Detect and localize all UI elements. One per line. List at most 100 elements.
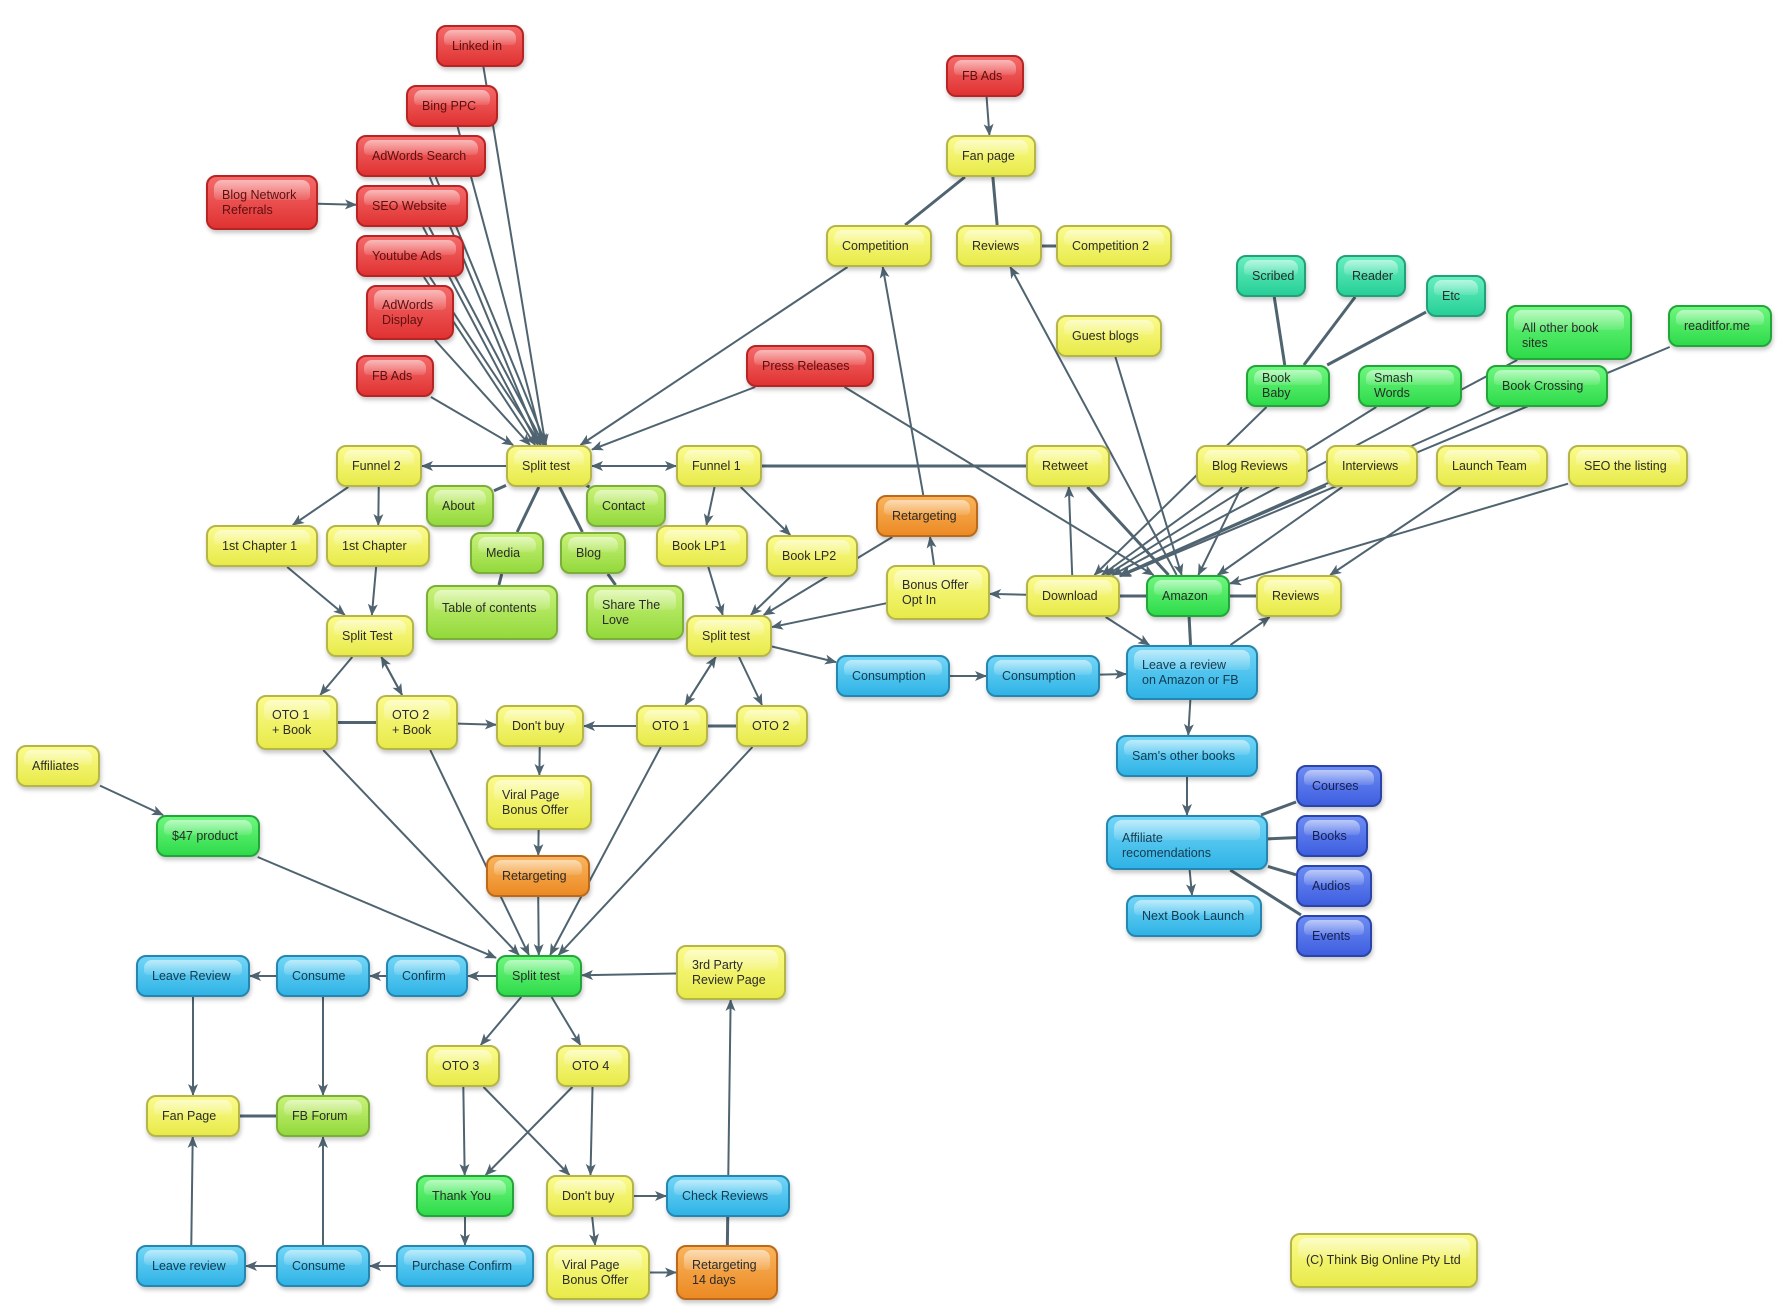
node-download[interactable]: Download (1026, 575, 1120, 617)
node-reader[interactable]: Reader (1336, 255, 1406, 297)
node-blog-reviews[interactable]: Blog Reviews (1196, 445, 1308, 487)
node-adwords-search[interactable]: AdWords Search (356, 135, 486, 177)
node-youtube[interactable]: Youtube Ads (356, 235, 464, 277)
node-copyright[interactable]: (C) Think Big Online Pty Ltd (1290, 1233, 1478, 1288)
node-dont-buy-low[interactable]: Don't buy (546, 1175, 634, 1217)
node-guest-blogs[interactable]: Guest blogs (1056, 315, 1162, 357)
node-fan-page-bottom[interactable]: Fan Page (146, 1095, 240, 1137)
node-oto4[interactable]: OTO 4 (556, 1045, 630, 1087)
node-chapter1-1[interactable]: 1st Chapter 1 (206, 525, 318, 567)
node-consumption1[interactable]: Consumption (836, 655, 950, 697)
node-confirm[interactable]: Confirm (386, 955, 468, 997)
node-retargeting-14[interactable]: Retargeting 14 days (676, 1245, 778, 1300)
node-leave-review-amazon[interactable]: Leave a review on Amazon or FB (1126, 645, 1258, 700)
node-amazon[interactable]: Amazon (1146, 575, 1230, 617)
node-split-bottom[interactable]: Split test (496, 955, 582, 997)
node-split-left[interactable]: Split Test (326, 615, 414, 657)
node-third-party[interactable]: 3rd Party Review Page (676, 945, 786, 1000)
node-reviews-right[interactable]: Reviews (1256, 575, 1342, 617)
node-label: Blog Network Referrals (222, 187, 297, 217)
node-label: Don't buy (562, 1188, 615, 1203)
node-leave-review-top[interactable]: Leave Review (136, 955, 250, 997)
node-adwords-display[interactable]: AdWords Display (366, 285, 454, 340)
edge-amazon-to-reviews-top (1009, 266, 1178, 576)
node-oto3[interactable]: OTO 3 (426, 1045, 500, 1087)
edge-split-main-to-media (515, 486, 541, 533)
node-media[interactable]: Media (470, 532, 544, 574)
node-oto1[interactable]: OTO 1 (636, 705, 708, 747)
node-book-baby[interactable]: Book Baby (1246, 365, 1330, 407)
edge-split-bottom-to-oto3 (479, 996, 523, 1046)
node-thank-you[interactable]: Thank You (416, 1175, 514, 1217)
node-press[interactable]: Press Releases (746, 345, 874, 387)
node-consume-top[interactable]: Consume (276, 955, 370, 997)
node-label: Bonus Offer Opt In (902, 577, 969, 607)
node-audios[interactable]: Audios (1296, 865, 1372, 907)
node-seo-website[interactable]: SEO Website (356, 185, 468, 227)
node-label: Viral Page Bonus Offer (502, 787, 569, 817)
node-competition2[interactable]: Competition 2 (1056, 225, 1172, 267)
node-label: readitfor.me (1684, 318, 1751, 333)
node-courses[interactable]: Courses (1296, 765, 1382, 807)
node-check-reviews[interactable]: Check Reviews (666, 1175, 790, 1217)
node-fb-forum[interactable]: FB Forum (276, 1095, 370, 1137)
node-oto2-book[interactable]: OTO 2 + Book (376, 695, 458, 750)
node-split-right[interactable]: Split test (686, 615, 772, 657)
node-product47[interactable]: $47 product (156, 815, 260, 857)
node-purchase-confirm[interactable]: Purchase Confirm (396, 1245, 534, 1287)
node-readitfor[interactable]: readitfor.me (1668, 305, 1772, 347)
node-retargeting-mid[interactable]: Retargeting (876, 495, 978, 537)
node-viral-low[interactable]: Viral Page Bonus Offer (546, 1245, 650, 1300)
node-book-lp1[interactable]: Book LP1 (656, 525, 748, 567)
node-funnel1[interactable]: Funnel 1 (676, 445, 762, 487)
node-blog-network[interactable]: Blog Network Referrals (206, 175, 318, 230)
node-contact[interactable]: Contact (586, 485, 666, 527)
node-books[interactable]: Books (1296, 815, 1368, 857)
node-label: 1st Chapter (342, 538, 407, 553)
node-scribed[interactable]: Scribed (1236, 255, 1306, 297)
node-fb-ads-left[interactable]: FB Ads (356, 355, 434, 397)
node-affiliates[interactable]: Affiliates (16, 745, 100, 787)
edge-fb-ads-top-to-fan-page-top (983, 96, 994, 136)
node-etc[interactable]: Etc (1426, 275, 1486, 317)
node-affiliate-recs[interactable]: Affiliate recomendations (1106, 815, 1268, 870)
node-label: AdWords Search (372, 148, 467, 163)
node-oto1-book[interactable]: OTO 1 + Book (256, 695, 338, 750)
node-events[interactable]: Events (1296, 915, 1372, 957)
edge-affiliate-recs-to-courses (1260, 800, 1297, 817)
edge-etc-to-book-baby (1326, 310, 1427, 367)
node-viral-mid[interactable]: Viral Page Bonus Offer (486, 775, 592, 830)
node-fan-page-top[interactable]: Fan page (946, 135, 1036, 177)
node-consumption2[interactable]: Consumption (986, 655, 1100, 697)
node-share-love[interactable]: Share The Love (586, 585, 684, 640)
node-interviews[interactable]: Interviews (1326, 445, 1418, 487)
node-reviews-top[interactable]: Reviews (956, 225, 1042, 267)
edge-funnel2-to-chapter1-1 (291, 486, 349, 526)
node-bing[interactable]: Bing PPC (406, 85, 498, 127)
node-toc[interactable]: Table of contents (426, 585, 558, 640)
node-next-launch[interactable]: Next Book Launch (1126, 895, 1262, 937)
node-fb-ads-top[interactable]: FB Ads (946, 55, 1024, 97)
node-consume-bottom[interactable]: Consume (276, 1245, 370, 1287)
node-seo-listing[interactable]: SEO the listing (1568, 445, 1688, 487)
node-all-other[interactable]: All other book sites (1506, 305, 1632, 360)
node-leave-review-bottom[interactable]: Leave review (136, 1245, 246, 1287)
node-book-crossing[interactable]: Book Crossing (1486, 365, 1608, 407)
node-retweet[interactable]: Retweet (1026, 445, 1110, 487)
node-about[interactable]: About (426, 485, 494, 527)
node-sams-books[interactable]: Sam's other books (1116, 735, 1258, 777)
edge-media-to-toc (497, 573, 504, 586)
node-dont-buy-mid[interactable]: Don't buy (496, 705, 584, 747)
node-oto2[interactable]: OTO 2 (736, 705, 808, 747)
node-chapter1[interactable]: 1st Chapter (326, 525, 430, 567)
node-book-lp2[interactable]: Book LP2 (766, 535, 858, 577)
node-bonus-optin[interactable]: Bonus Offer Opt In (886, 565, 990, 620)
node-blog[interactable]: Blog (560, 532, 626, 574)
node-funnel2[interactable]: Funnel 2 (336, 445, 422, 487)
node-linkedin[interactable]: Linked in (436, 25, 524, 67)
node-smash-words[interactable]: Smash Words (1358, 365, 1462, 407)
node-retargeting-low[interactable]: Retargeting (486, 855, 590, 897)
node-split-main[interactable]: Split test (506, 445, 592, 487)
node-launch-team[interactable]: Launch Team (1436, 445, 1548, 487)
node-competition[interactable]: Competition (826, 225, 932, 267)
